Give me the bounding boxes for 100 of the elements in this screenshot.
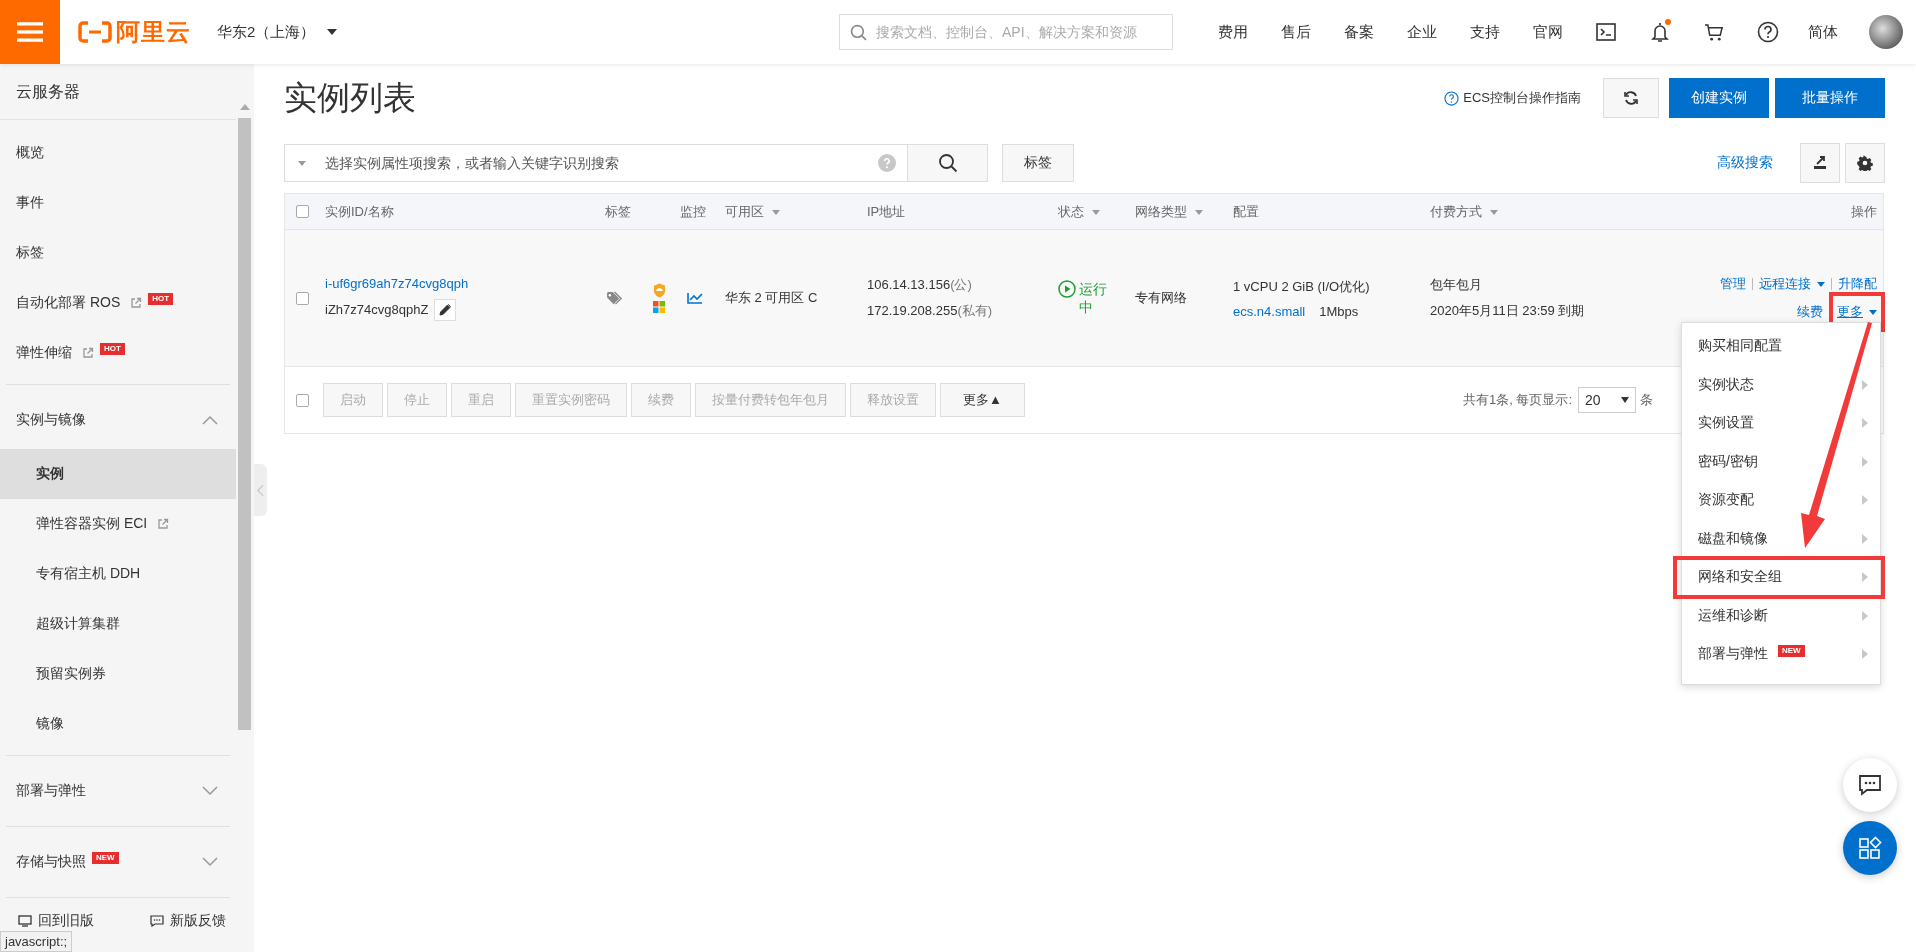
checkbox[interactable] <box>295 205 309 218</box>
instance-search-field[interactable]: 选择实例属性项搜索，或者输入关键字识别搜索 <box>284 144 908 182</box>
caret-icon <box>1621 397 1629 403</box>
avatar[interactable] <box>1869 15 1903 49</box>
sidebar-item[interactable]: 专有宿主机 DDH <box>0 549 236 599</box>
instance-type-link[interactable]: ecs.n4.small <box>1233 303 1306 319</box>
menu-button[interactable] <box>0 0 60 64</box>
menu-item[interactable]: 实例设置 <box>1682 404 1880 443</box>
column-header: IP地址 <box>866 202 907 221</box>
menu-item[interactable]: 实例状态 <box>1682 365 1880 404</box>
nav-link[interactable]: 售后 <box>1264 22 1327 42</box>
old-version-link[interactable]: 回到旧版 <box>18 912 104 930</box>
caret-icon <box>1869 310 1877 316</box>
primary-button[interactable]: 批量操作 <box>1775 78 1885 118</box>
language-link[interactable]: 简体 <box>1795 22 1851 42</box>
nav-link[interactable]: 支持 <box>1453 22 1516 42</box>
batch-button[interactable]: 更多▲ <box>940 383 1025 417</box>
menu-item[interactable]: 网络和安全组 <box>1675 558 1883 597</box>
menu-item[interactable]: 运维和诊断 <box>1682 596 1880 635</box>
sidebar-item[interactable]: 预留实例券 <box>0 649 236 699</box>
action-link[interactable]: 远程连接 <box>1759 272 1825 296</box>
search-icon <box>850 24 867 41</box>
export-button[interactable] <box>1800 143 1840 183</box>
sidebar-item[interactable]: 弹性伸缩 HOT <box>0 328 236 378</box>
action-link[interactable]: 升降配 <box>1838 272 1877 296</box>
windows-icon <box>653 301 665 313</box>
sidebar-item[interactable]: 概览 <box>0 128 236 178</box>
external-link-icon <box>157 518 170 530</box>
caret-icon <box>1817 282 1825 288</box>
apps-button[interactable] <box>1843 821 1897 875</box>
external-link-icon <box>82 347 94 359</box>
network-type: 专有网络 <box>1135 289 1188 307</box>
page-title: 实例列表 <box>284 77 416 118</box>
menu-item[interactable]: 部署与弹性 NEW <box>1682 635 1880 674</box>
tag-icon[interactable] <box>606 290 625 306</box>
nav-link[interactable]: 官网 <box>1516 22 1579 42</box>
search-field[interactable]: 搜索文档、控制台、API、解决方案和资源 <box>839 14 1173 50</box>
checkbox[interactable] <box>295 291 309 305</box>
checkbox[interactable] <box>295 393 309 407</box>
column-header: 标签 <box>604 202 632 221</box>
guide-link[interactable]: ECS控制台操作指南 <box>1444 89 1581 107</box>
menu-item[interactable]: 密码/密钥 <box>1682 442 1880 481</box>
action-link[interactable]: 续费 <box>1797 300 1823 324</box>
nav-link[interactable]: 备案 <box>1327 22 1390 42</box>
sidebar-item[interactable]: 标签 <box>0 228 236 278</box>
new-badge: NEW <box>92 852 119 864</box>
column-header[interactable]: 网络类型 <box>1129 202 1227 221</box>
collapse-handle[interactable] <box>254 464 267 516</box>
nav-link[interactable]: 企业 <box>1390 22 1453 42</box>
tag-button[interactable]: 标签 <box>1002 144 1074 182</box>
primary-button[interactable]: 创建实例 <box>1669 78 1769 118</box>
menu-item[interactable]: 资源变配 <box>1682 481 1880 520</box>
sidebar-item[interactable]: 镜像 <box>0 699 236 749</box>
private-ip: 172.19.208.255(私有) <box>867 302 994 320</box>
hot-badge: HOT <box>100 343 125 355</box>
column-header: 配置 <box>1232 202 1260 221</box>
logo-icon <box>78 21 112 43</box>
column-header: 操作 <box>1850 202 1878 221</box>
action-link[interactable]: 更多 <box>1837 300 1877 324</box>
status-text: 运行中 <box>1079 280 1108 316</box>
gear-icon <box>1857 155 1873 171</box>
apps-icon <box>1858 836 1882 860</box>
public-ip: 106.14.13.156(公) <box>867 276 973 294</box>
zone-text: 华东 2 可用区 C <box>725 289 819 307</box>
refresh-button[interactable] <box>1603 78 1659 118</box>
settings-button[interactable] <box>1845 143 1885 183</box>
export-icon <box>1812 155 1828 171</box>
caret-icon <box>298 161 306 166</box>
sidebar-item[interactable]: 超级计算集群 <box>0 599 236 649</box>
column-header[interactable]: 状态 <box>1052 202 1129 221</box>
menu-item[interactable]: 购买相同配置 <box>1682 327 1880 366</box>
column-header[interactable]: 可用区 <box>719 202 861 221</box>
action-link[interactable]: 管理 <box>1720 272 1746 296</box>
sidebar-item[interactable]: 自动化部署 ROS HOT <box>0 278 236 328</box>
caret-icon <box>327 29 338 35</box>
terminal-icon <box>1596 23 1616 41</box>
column-header: 实例ID/名称 <box>324 202 395 221</box>
chat-button[interactable] <box>1843 758 1897 812</box>
search-button[interactable] <box>908 144 988 182</box>
chart-icon[interactable] <box>687 292 703 304</box>
page-size-select[interactable]: 20 <box>1578 387 1636 413</box>
edit-button[interactable] <box>434 298 457 321</box>
chevron-left-icon <box>257 483 264 497</box>
column-header: 监控 <box>679 202 707 221</box>
bandwidth-text: 1Mbps <box>1319 303 1359 319</box>
sidebar-group[interactable]: 存储与快照 NEW <box>0 833 236 891</box>
menu-item[interactable]: 磁盘和镜像 <box>1682 519 1880 558</box>
page-size-unit: 条 <box>1640 391 1653 409</box>
feedback-link[interactable]: 新版反馈 <box>150 912 236 930</box>
column-header[interactable]: 付费方式 <box>1424 202 1649 221</box>
sidebar-group[interactable]: 部署与弹性 <box>0 762 236 820</box>
cart-icon <box>1703 22 1725 42</box>
advanced-search-link[interactable]: 高级搜索 <box>1717 154 1773 172</box>
sidebar-group[interactable]: 实例与镜像 <box>0 391 236 449</box>
instance-id-link[interactable]: i-uf6gr69ah7z74cvg8qph <box>325 275 604 291</box>
sidebar-item[interactable]: 弹性容器实例 ECI <box>0 499 236 549</box>
sidebar-item[interactable]: 事件 <box>0 178 236 228</box>
nav-link[interactable]: 费用 <box>1201 22 1264 42</box>
sidebar-item[interactable]: 实例 <box>0 449 236 499</box>
region-selector[interactable]: 华东2（上海） <box>213 18 342 46</box>
